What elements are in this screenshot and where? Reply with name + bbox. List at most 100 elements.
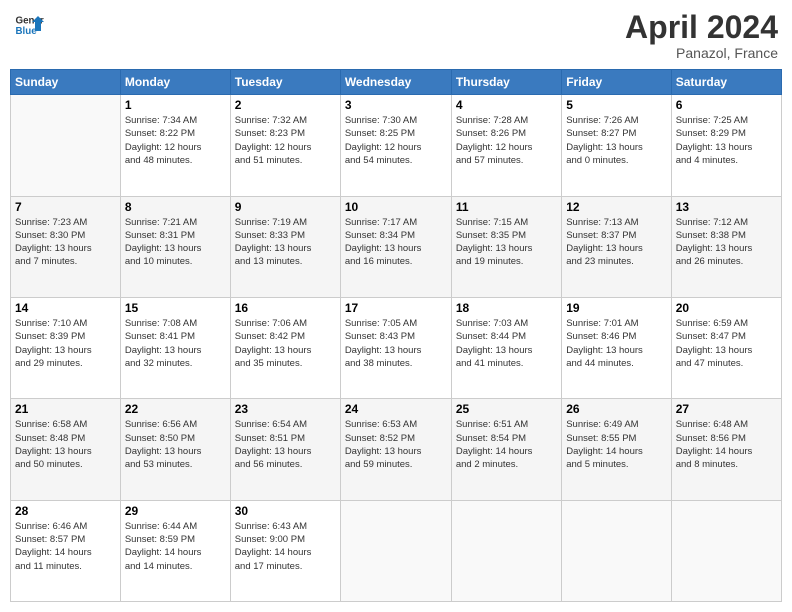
day-number: 25 <box>456 402 557 416</box>
calendar-cell: 7 Sunrise: 7:23 AM Sunset: 8:30 PM Daylig… <box>11 196 121 297</box>
day-number: 30 <box>235 504 336 518</box>
calendar-cell: 18 Sunrise: 7:03 AM Sunset: 8:44 PM Dayli… <box>451 297 561 398</box>
calendar-cell: 29 Sunrise: 6:44 AM Sunset: 8:59 PM Dayli… <box>120 500 230 601</box>
day-number: 15 <box>125 301 226 315</box>
col-header-friday: Friday <box>562 70 671 95</box>
day-number: 13 <box>676 200 777 214</box>
calendar-cell: 16 Sunrise: 7:06 AM Sunset: 8:42 PM Dayli… <box>230 297 340 398</box>
day-info: Sunrise: 6:51 AM Sunset: 8:54 PM Dayligh… <box>456 418 557 471</box>
day-number: 9 <box>235 200 336 214</box>
day-number: 24 <box>345 402 447 416</box>
location: Panazol, France <box>625 45 778 61</box>
calendar-cell: 27Sunrise: 6:48 AM Sunset: 8:56 PM Dayli… <box>671 399 781 500</box>
calendar-cell: 17 Sunrise: 7:05 AM Sunset: 8:43 PM Dayli… <box>340 297 451 398</box>
day-number: 6 <box>676 98 777 112</box>
calendar-week-row: 28 Sunrise: 6:46 AM Sunset: 8:57 PM Dayli… <box>11 500 782 601</box>
calendar-week-row: 7 Sunrise: 7:23 AM Sunset: 8:30 PM Daylig… <box>11 196 782 297</box>
day-number: 8 <box>125 200 226 214</box>
day-number: 2 <box>235 98 336 112</box>
calendar-header-row: SundayMondayTuesdayWednesdayThursdayFrid… <box>11 70 782 95</box>
day-info: Sunrise: 6:53 AM Sunset: 8:52 PM Dayligh… <box>345 418 447 471</box>
day-number: 28 <box>15 504 116 518</box>
calendar-cell: 24 Sunrise: 6:53 AM Sunset: 8:52 PM Dayli… <box>340 399 451 500</box>
day-info: Sunrise: 6:44 AM Sunset: 8:59 PM Dayligh… <box>125 520 226 573</box>
day-info: Sunrise: 7:25 AM Sunset: 8:29 PM Dayligh… <box>676 114 777 167</box>
calendar-cell <box>451 500 561 601</box>
calendar-cell <box>340 500 451 601</box>
day-info: Sunrise: 6:43 AM Sunset: 9:00 PM Dayligh… <box>235 520 336 573</box>
day-number: 4 <box>456 98 557 112</box>
day-number: 27 <box>676 402 777 416</box>
day-info: Sunrise: 7:28 AM Sunset: 8:26 PM Dayligh… <box>456 114 557 167</box>
calendar-cell: 11 Sunrise: 7:15 AM Sunset: 8:35 PM Dayli… <box>451 196 561 297</box>
logo: General Blue <box>14 10 44 40</box>
calendar-cell: 19 Sunrise: 7:01 AM Sunset: 8:46 PM Dayli… <box>562 297 671 398</box>
calendar-cell: 9 Sunrise: 7:19 AM Sunset: 8:33 PM Daylig… <box>230 196 340 297</box>
day-number: 11 <box>456 200 557 214</box>
svg-text:Blue: Blue <box>16 26 38 37</box>
day-number: 20 <box>676 301 777 315</box>
day-info: Sunrise: 7:03 AM Sunset: 8:44 PM Dayligh… <box>456 317 557 370</box>
col-header-tuesday: Tuesday <box>230 70 340 95</box>
day-info: Sunrise: 7:05 AM Sunset: 8:43 PM Dayligh… <box>345 317 447 370</box>
day-number: 16 <box>235 301 336 315</box>
day-number: 14 <box>15 301 116 315</box>
day-info: Sunrise: 7:17 AM Sunset: 8:34 PM Dayligh… <box>345 216 447 269</box>
calendar-cell: 26Sunrise: 6:49 AM Sunset: 8:55 PM Dayli… <box>562 399 671 500</box>
day-number: 1 <box>125 98 226 112</box>
calendar-cell: 12 Sunrise: 7:13 AM Sunset: 8:37 PM Dayli… <box>562 196 671 297</box>
calendar-cell: 15 Sunrise: 7:08 AM Sunset: 8:41 PM Dayli… <box>120 297 230 398</box>
day-number: 5 <box>566 98 666 112</box>
calendar-cell: 23Sunrise: 6:54 AM Sunset: 8:51 PM Dayli… <box>230 399 340 500</box>
calendar-cell: 28 Sunrise: 6:46 AM Sunset: 8:57 PM Dayli… <box>11 500 121 601</box>
day-number: 12 <box>566 200 666 214</box>
calendar-week-row: 1 Sunrise: 7:34 AM Sunset: 8:22 PM Daylig… <box>11 95 782 196</box>
calendar-cell: 10 Sunrise: 7:17 AM Sunset: 8:34 PM Dayli… <box>340 196 451 297</box>
calendar-cell: 13Sunrise: 7:12 AM Sunset: 8:38 PM Dayli… <box>671 196 781 297</box>
day-number: 29 <box>125 504 226 518</box>
day-info: Sunrise: 7:34 AM Sunset: 8:22 PM Dayligh… <box>125 114 226 167</box>
calendar-cell: 4 Sunrise: 7:28 AM Sunset: 8:26 PM Daylig… <box>451 95 561 196</box>
day-info: Sunrise: 7:30 AM Sunset: 8:25 PM Dayligh… <box>345 114 447 167</box>
day-info: Sunrise: 7:08 AM Sunset: 8:41 PM Dayligh… <box>125 317 226 370</box>
day-number: 26 <box>566 402 666 416</box>
day-number: 10 <box>345 200 447 214</box>
day-info: Sunrise: 7:32 AM Sunset: 8:23 PM Dayligh… <box>235 114 336 167</box>
day-number: 21 <box>15 402 116 416</box>
day-number: 17 <box>345 301 447 315</box>
calendar-cell: 21 Sunrise: 6:58 AM Sunset: 8:48 PM Dayli… <box>11 399 121 500</box>
calendar-cell: 6 Sunrise: 7:25 AM Sunset: 8:29 PM Daylig… <box>671 95 781 196</box>
day-info: Sunrise: 7:15 AM Sunset: 8:35 PM Dayligh… <box>456 216 557 269</box>
calendar-cell: 30 Sunrise: 6:43 AM Sunset: 9:00 PM Dayli… <box>230 500 340 601</box>
day-info: Sunrise: 7:23 AM Sunset: 8:30 PM Dayligh… <box>15 216 116 269</box>
day-info: Sunrise: 7:01 AM Sunset: 8:46 PM Dayligh… <box>566 317 666 370</box>
calendar-cell: 5 Sunrise: 7:26 AM Sunset: 8:27 PM Daylig… <box>562 95 671 196</box>
calendar-cell <box>671 500 781 601</box>
col-header-sunday: Sunday <box>11 70 121 95</box>
day-number: 19 <box>566 301 666 315</box>
day-info: Sunrise: 6:46 AM Sunset: 8:57 PM Dayligh… <box>15 520 116 573</box>
calendar-cell: 8Sunrise: 7:21 AM Sunset: 8:31 PM Daylig… <box>120 196 230 297</box>
day-info: Sunrise: 7:10 AM Sunset: 8:39 PM Dayligh… <box>15 317 116 370</box>
col-header-monday: Monday <box>120 70 230 95</box>
day-number: 3 <box>345 98 447 112</box>
month-title: April 2024 <box>625 10 778 45</box>
day-info: Sunrise: 6:58 AM Sunset: 8:48 PM Dayligh… <box>15 418 116 471</box>
title-block: April 2024 Panazol, France <box>625 10 778 61</box>
col-header-wednesday: Wednesday <box>340 70 451 95</box>
calendar-cell: 14 Sunrise: 7:10 AM Sunset: 8:39 PM Dayli… <box>11 297 121 398</box>
calendar-cell: 22Sunrise: 6:56 AM Sunset: 8:50 PM Dayli… <box>120 399 230 500</box>
day-number: 7 <box>15 200 116 214</box>
day-number: 18 <box>456 301 557 315</box>
calendar-cell: 25 Sunrise: 6:51 AM Sunset: 8:54 PM Dayli… <box>451 399 561 500</box>
calendar-cell: 3 Sunrise: 7:30 AM Sunset: 8:25 PM Daylig… <box>340 95 451 196</box>
day-info: Sunrise: 7:13 AM Sunset: 8:37 PM Dayligh… <box>566 216 666 269</box>
day-info: Sunrise: 7:06 AM Sunset: 8:42 PM Dayligh… <box>235 317 336 370</box>
day-info: Sunrise: 7:19 AM Sunset: 8:33 PM Dayligh… <box>235 216 336 269</box>
col-header-saturday: Saturday <box>671 70 781 95</box>
calendar-week-row: 14 Sunrise: 7:10 AM Sunset: 8:39 PM Dayli… <box>11 297 782 398</box>
calendar-cell <box>562 500 671 601</box>
day-info: Sunrise: 6:59 AM Sunset: 8:47 PM Dayligh… <box>676 317 777 370</box>
day-info: Sunrise: 7:26 AM Sunset: 8:27 PM Dayligh… <box>566 114 666 167</box>
calendar-cell: 1 Sunrise: 7:34 AM Sunset: 8:22 PM Daylig… <box>120 95 230 196</box>
